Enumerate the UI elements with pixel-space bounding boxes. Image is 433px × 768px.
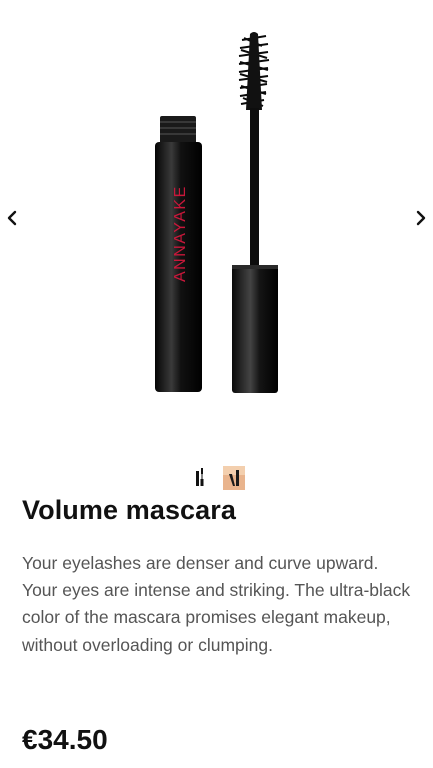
thumbnail-product[interactable] [188,466,211,490]
product-gallery: ANNAYAKE [0,0,433,455]
mascara-wand [232,32,278,393]
lifestyle-thumb-icon [222,466,245,490]
gallery-prev-button[interactable] [0,204,24,232]
mascara-tube: ANNAYAKE [155,116,202,392]
thumbnail-lifestyle[interactable] [222,466,245,490]
gallery-thumbnails [0,466,433,490]
product-description: Your eyelashes are denser and curve upwa… [22,553,411,655]
chevron-left-icon [7,210,17,226]
brand-logo-text: ANNAYAKE [172,185,189,282]
mascara-thumb-icon [188,466,211,490]
chevron-right-icon [416,210,426,226]
gallery-next-button[interactable] [409,204,433,232]
product-image: ANNAYAKE [155,32,278,393]
product-price: €34.50 [22,724,108,755]
product-title: Volume mascara [22,495,237,525]
